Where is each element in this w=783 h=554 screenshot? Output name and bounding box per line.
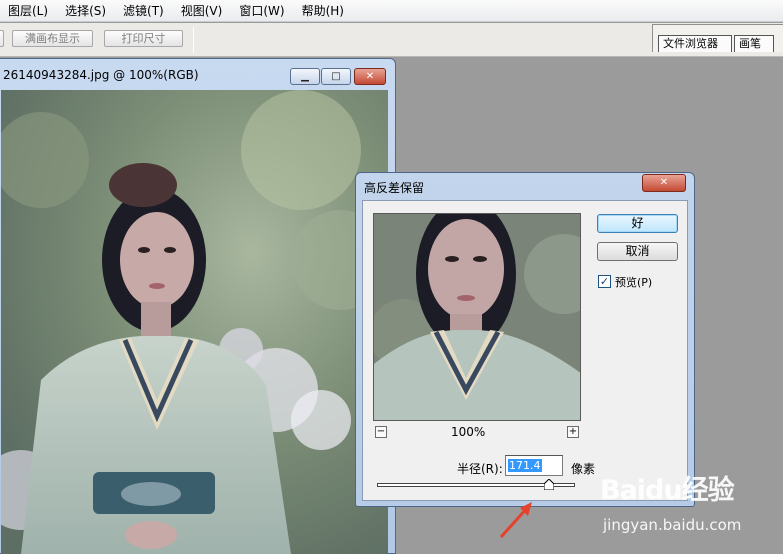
image-canvas[interactable] <box>1 90 388 554</box>
menu-window[interactable]: 窗口(W) <box>231 0 293 22</box>
menu-select[interactable]: 选择(S) <box>57 0 115 22</box>
minimize-button[interactable]: ▁ <box>290 68 320 85</box>
close-icon: ✕ <box>659 177 669 188</box>
zoom-in-icon: + <box>568 426 578 437</box>
menu-help[interactable]: 帮助(H) <box>294 0 353 22</box>
print-size-button[interactable]: 打印尺寸 <box>104 30 183 47</box>
watermark-url: jingyan.baidu.com <box>603 516 742 534</box>
menu-bar: 图层(L) 选择(S) 滤镜(T) 视图(V) 窗口(W) 帮助(H) <box>0 0 783 22</box>
menu-view[interactable]: 视图(V) <box>173 0 232 22</box>
watermark-logo: Baidu经验 <box>600 475 735 506</box>
portrait-photo <box>1 90 388 554</box>
tab-brushes[interactable]: 画笔 <box>734 35 774 52</box>
radius-input[interactable]: 171.4 <box>505 455 563 476</box>
menu-layer[interactable]: 图层(L) <box>0 0 57 22</box>
maximize-icon: □ <box>331 71 341 82</box>
tab-file-browser[interactable]: 文件浏览器 <box>658 35 732 52</box>
document-title: 26140943284.jpg @ 100%(RGB) <box>3 68 199 82</box>
dialog-body: 好 取消 ✓ 预览(P) − 100% + 半径(R): 171.4 像素 <box>362 200 688 501</box>
dialog-title: 高反差保留 <box>364 181 425 195</box>
ok-button[interactable]: 好 <box>597 214 678 233</box>
zoom-in-button[interactable]: + <box>567 426 579 438</box>
maximize-button[interactable]: □ <box>321 68 351 85</box>
annotation-arrow-icon <box>499 502 532 539</box>
fit-screen-button[interactable]: 满画布显示 <box>12 30 93 47</box>
zoom-out-icon: − <box>376 426 386 437</box>
document-window: 26140943284.jpg @ 100%(RGB) ▁ □ ✕ <box>0 58 396 554</box>
preview-image <box>374 214 580 420</box>
radius-value: 171.4 <box>508 459 542 472</box>
preview-checkbox[interactable]: ✓ <box>598 275 611 288</box>
options-divider <box>193 27 194 53</box>
zoom-out-button[interactable]: − <box>375 426 387 438</box>
options-button-partial[interactable] <box>0 30 4 47</box>
radius-label: 半径(R): <box>457 462 503 476</box>
minimize-icon: ▁ <box>301 71 309 82</box>
zoom-level: 100% <box>451 425 486 439</box>
baidu-watermark: Baidu经验 jingyan.baidu.com <box>600 468 741 534</box>
filter-preview[interactable] <box>373 213 581 421</box>
close-icon: ✕ <box>365 71 375 82</box>
document-close-button[interactable]: ✕ <box>354 68 386 85</box>
palette-well: 文件浏览器 画笔 <box>652 24 783 52</box>
radius-unit: 像素 <box>571 462 596 476</box>
menu-filter[interactable]: 滤镜(T) <box>115 0 173 22</box>
radius-slider-thumb[interactable] <box>544 479 555 490</box>
preview-label: 预览(P) <box>615 276 653 289</box>
cancel-button[interactable]: 取消 <box>597 242 678 261</box>
dialog-close-button[interactable]: ✕ <box>642 174 686 192</box>
high-pass-dialog: 高反差保留 ✕ 好 取消 ✓ 预览(P) − 100% + 半径(R): 171… <box>355 172 695 507</box>
